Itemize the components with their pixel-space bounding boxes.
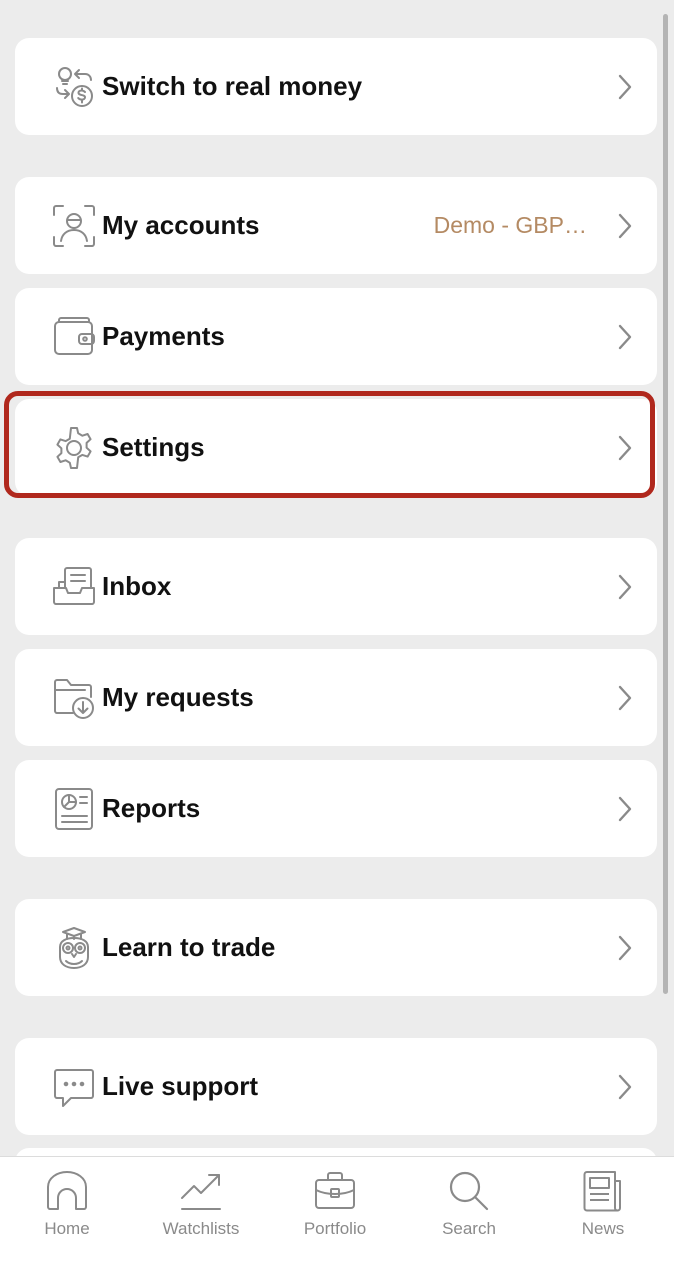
report-icon [51,786,97,832]
nav-search[interactable]: Search [402,1157,536,1268]
scrollbar[interactable] [663,14,668,994]
menu-scroll-area[interactable]: Switch to real money My accounts Demo - … [0,0,674,1156]
learn-to-trade-item[interactable]: Learn to trade [15,899,657,996]
learn-to-trade-label: Learn to trade [102,932,276,962]
my-requests-item[interactable]: My requests [15,649,657,746]
my-requests-label: My requests [102,682,254,712]
account-icon [51,203,97,249]
wallet-icon [51,314,97,360]
settings-item[interactable]: Settings [15,399,657,496]
nav-home[interactable]: Home [0,1157,134,1268]
inbox-item[interactable]: Inbox [15,538,657,635]
reports-label: Reports [102,793,201,823]
chevron-right-icon [617,435,633,461]
switch-to-real-money-label: Switch to real money [102,71,363,101]
my-accounts-label: My accounts [102,210,260,240]
payments-label: Payments [102,321,225,351]
chevron-right-icon [617,935,633,961]
payments-item[interactable]: Payments [15,288,657,385]
settings-label: Settings [102,432,205,462]
nav-watchlists-label: Watchlists [162,1219,240,1238]
switch-money-icon [51,64,97,110]
nav-portfolio[interactable]: Portfolio [268,1157,402,1268]
my-accounts-item[interactable]: My accounts Demo - GBP… [15,177,657,274]
next-card-peek [15,1148,657,1156]
nav-watchlists[interactable]: Watchlists [134,1157,268,1268]
switch-to-real-money-item[interactable]: Switch to real money [15,38,657,135]
live-support-label: Live support [102,1071,259,1101]
newspaper-icon [581,1169,625,1213]
live-support-item[interactable]: Live support [15,1038,657,1135]
chat-icon [51,1064,97,1110]
folder-download-icon [51,675,97,721]
current-account-value: Demo - GBP… [433,212,587,238]
chevron-right-icon [617,796,633,822]
nav-portfolio-label: Portfolio [303,1219,367,1238]
chevron-right-icon [617,74,633,100]
owl-icon [51,925,97,971]
chevron-right-icon [617,574,633,600]
nav-home-label: Home [44,1219,90,1238]
home-icon [45,1169,89,1213]
nav-search-label: Search [442,1219,496,1238]
reports-item[interactable]: Reports [15,760,657,857]
gear-icon [51,425,97,471]
trend-chart-icon [179,1169,223,1213]
search-icon [447,1169,491,1213]
chevron-right-icon [617,685,633,711]
inbox-label: Inbox [102,571,172,601]
briefcase-icon [313,1169,357,1213]
chevron-right-icon [617,1074,633,1100]
inbox-icon [51,564,97,610]
chevron-right-icon [617,213,633,239]
chevron-right-icon [617,324,633,350]
nav-news-label: News [581,1219,625,1238]
bottom-navigation: Home Watchlists Portfolio Search News [0,1156,674,1268]
nav-news[interactable]: News [536,1157,670,1268]
